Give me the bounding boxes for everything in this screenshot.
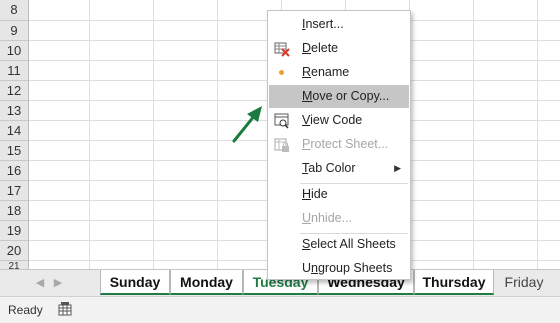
menu-item-label: Hide <box>302 187 328 201</box>
row-header[interactable]: 19 <box>0 221 28 241</box>
menu-item-rename[interactable]: Rename <box>269 61 409 84</box>
sheet-tab-friday[interactable]: Friday <box>494 270 554 295</box>
row-header[interactable]: 21 <box>0 261 28 269</box>
view-code-icon <box>274 113 289 129</box>
gridline <box>217 0 218 269</box>
status-text: Ready <box>8 303 43 317</box>
gridline <box>473 0 474 269</box>
sheet-statistics-icon[interactable] <box>58 302 72 316</box>
row-header[interactable]: 16 <box>0 161 28 181</box>
menu-item-delete[interactable]: Delete <box>269 37 409 60</box>
sheet-tab-thursday[interactable]: Thursday <box>414 270 494 295</box>
menu-item-unhide[interactable]: Unhide... <box>269 207 409 230</box>
menu-item-move-or-copy[interactable]: Move or Copy... <box>269 85 409 108</box>
row-header[interactable]: 9 <box>0 21 28 41</box>
menu-item-protect-sheet[interactable]: Protect Sheet... <box>269 133 409 156</box>
submenu-arrow-icon: ▶ <box>394 163 401 173</box>
row-header[interactable]: 18 <box>0 201 28 221</box>
gridline <box>537 0 538 269</box>
menu-item-ungroup-sheets[interactable]: Ungroup Sheets <box>269 257 409 280</box>
bullet-dot-icon <box>279 70 284 75</box>
menu-item-tab-color[interactable]: Tab Color ▶ <box>269 157 409 180</box>
sheet-tab-monday[interactable]: Monday <box>170 270 243 295</box>
menu-item-label: Rename <box>302 65 350 79</box>
status-bar: Ready <box>0 296 560 323</box>
scroll-left-icon[interactable]: ◀ <box>34 276 46 289</box>
row-header[interactable]: 15 <box>0 141 28 161</box>
menu-item-select-all-sheets[interactable]: Select All Sheets <box>269 233 409 256</box>
row-header[interactable]: 13 <box>0 101 28 121</box>
menu-item-insert[interactable]: Insert... <box>269 13 409 36</box>
pointer-arrow-icon <box>232 106 262 143</box>
menu-item-label: Tab Color <box>302 161 356 175</box>
menu-item-label: Unhide... <box>302 211 353 225</box>
delete-sheet-icon <box>274 42 290 57</box>
sheet-tab-sunday[interactable]: Sunday <box>100 270 170 295</box>
gridline <box>89 0 90 269</box>
menu-item-label: Delete <box>302 41 339 55</box>
row-header[interactable]: 20 <box>0 241 28 261</box>
scroll-right-icon[interactable]: ▶ <box>52 276 64 289</box>
row-header[interactable]: 14 <box>0 121 28 141</box>
protect-sheet-icon <box>274 138 289 152</box>
row-header[interactable]: 8 <box>0 0 28 21</box>
row-headers: 8 9 10 11 12 13 14 15 16 17 18 19 20 21 <box>0 0 29 269</box>
gridline <box>153 0 154 269</box>
row-header[interactable]: 12 <box>0 81 28 101</box>
menu-item-label: Protect Sheet... <box>302 137 389 151</box>
menu-item-label: Insert... <box>302 17 344 31</box>
row-header[interactable]: 10 <box>0 41 28 61</box>
menu-item-hide[interactable]: Hide <box>269 183 409 206</box>
menu-item-label: View Code <box>302 113 363 127</box>
sheet-tab-context-menu: Insert... Delete Rename Move or Copy... … <box>267 10 411 280</box>
row-header[interactable]: 11 <box>0 61 28 81</box>
menu-item-view-code[interactable]: View Code <box>269 109 409 132</box>
row-header[interactable]: 17 <box>0 181 28 201</box>
menu-item-label: Select All Sheets <box>302 237 396 251</box>
menu-item-label: Ungroup Sheets <box>302 261 393 275</box>
menu-item-label: Move or Copy... <box>302 89 390 103</box>
